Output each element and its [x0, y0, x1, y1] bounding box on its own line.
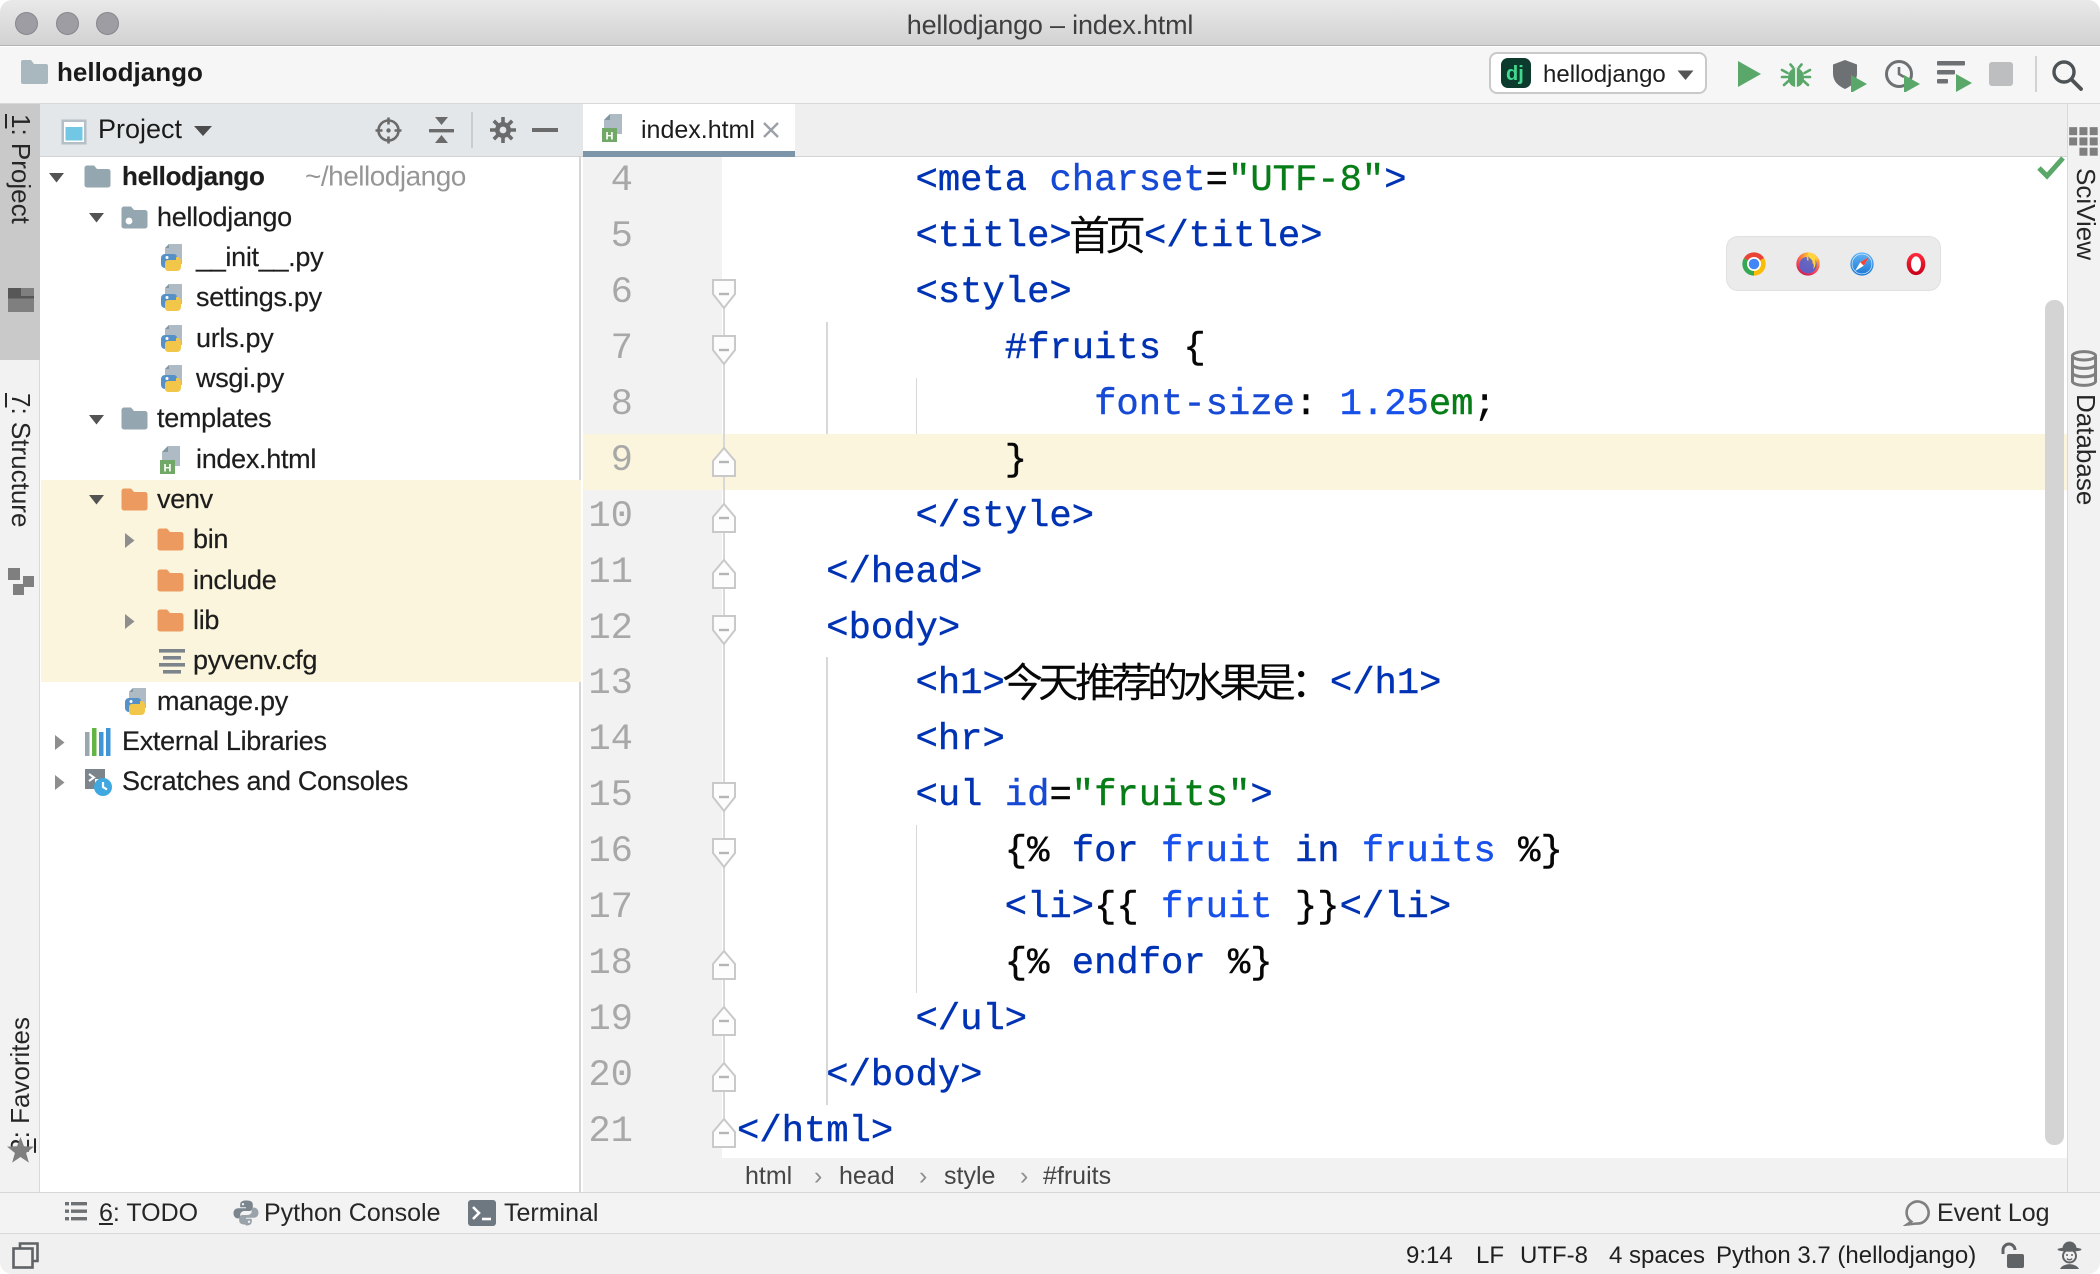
svg-text:H: H [606, 131, 614, 143]
